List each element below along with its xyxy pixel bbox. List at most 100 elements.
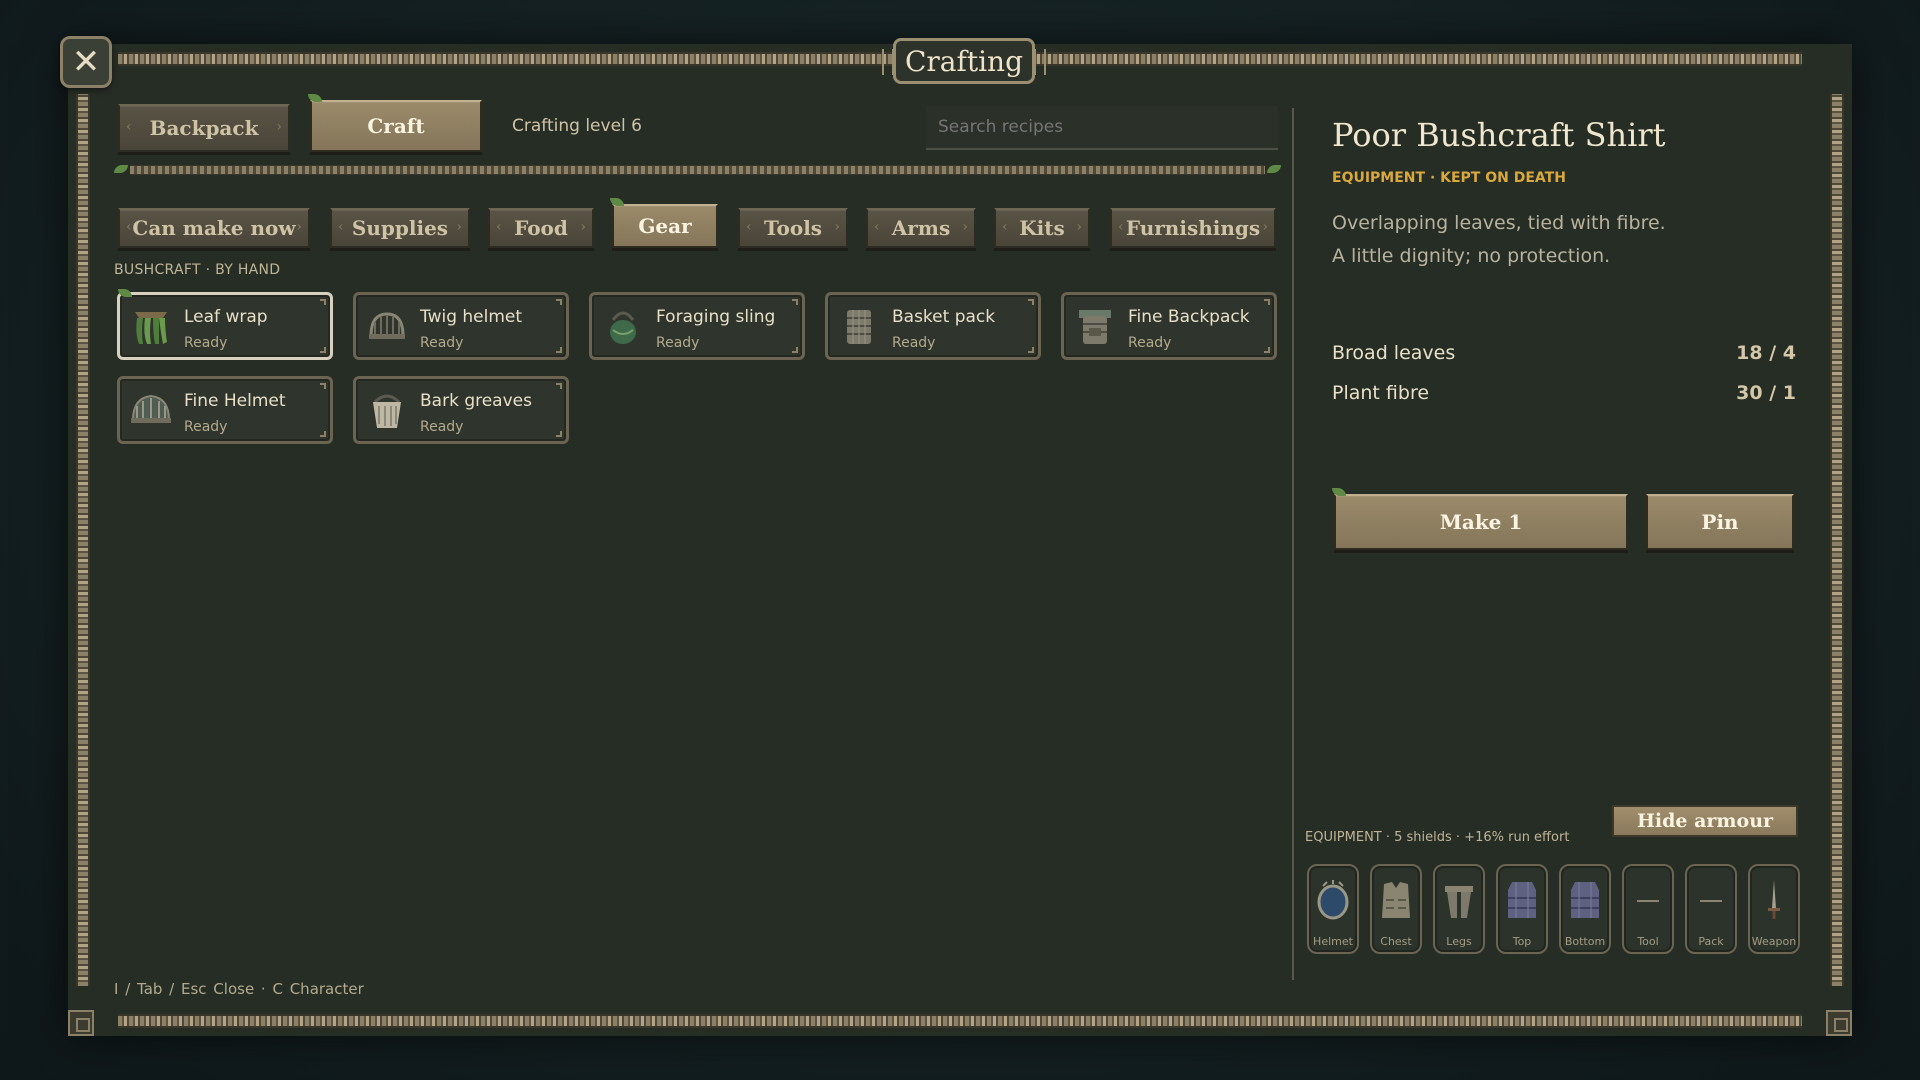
recipe-name: Basket pack xyxy=(892,307,996,327)
recipe-name: Fine Backpack xyxy=(1128,307,1250,327)
corner-tick xyxy=(1264,299,1270,305)
equip-slot-top[interactable]: Top xyxy=(1496,864,1548,954)
recipe-status: Ready xyxy=(1128,335,1172,351)
equip-slot-tool[interactable]: Tool xyxy=(1622,864,1674,954)
pin-button[interactable]: Pin xyxy=(1646,494,1794,550)
hide-armour-label: Hide armour xyxy=(1636,810,1774,832)
tab-backpack[interactable]: Backpack xyxy=(118,104,290,152)
equip-slot-helmet[interactable]: Helmet xyxy=(1307,864,1359,954)
crossed-tools-icon: ✕ xyxy=(71,42,101,82)
recipe-name: Twig helmet xyxy=(420,307,523,327)
material-row-broad-leaves: Broad leaves 18 / 4 xyxy=(1332,342,1796,364)
description-line: A little dignity; no protection. xyxy=(1332,245,1611,267)
slot-label: Helmet xyxy=(1313,935,1353,948)
category-food[interactable]: Food xyxy=(488,208,594,248)
category-can-make-now[interactable]: Can make now xyxy=(118,208,310,248)
basket-pack-icon xyxy=(836,303,882,349)
foraging-sling-icon xyxy=(600,303,646,349)
recipe-status: Ready xyxy=(184,419,228,435)
category-label: Can make now xyxy=(132,216,296,240)
hide-armour-button[interactable]: Hide armour xyxy=(1612,805,1798,837)
corner-tick xyxy=(556,383,562,389)
category-gear[interactable]: Gear xyxy=(610,198,718,248)
category-tools[interactable]: Tools xyxy=(738,208,848,248)
tab-backpack-label: Backpack xyxy=(149,116,259,140)
tab-craft[interactable]: Craft xyxy=(308,94,482,152)
equip-slot-pack[interactable]: Pack xyxy=(1685,864,1737,954)
recipe-status: Ready xyxy=(184,335,228,351)
item-tags: EQUIPMENT · KEPT ON DEATH xyxy=(1332,170,1566,186)
material-qty: 30 / 1 xyxy=(1736,382,1796,404)
crafting-level: Crafting level 6 xyxy=(512,116,642,136)
fine-backpack-icon xyxy=(1072,303,1118,349)
corner-tick xyxy=(1028,347,1034,353)
category-supplies[interactable]: Supplies xyxy=(330,208,470,248)
corner-tick xyxy=(1028,299,1034,305)
frame-corner-icon xyxy=(68,1010,94,1036)
fine-helmet-icon xyxy=(128,387,174,433)
slot-label: Chest xyxy=(1380,935,1412,948)
category-label: Gear xyxy=(638,214,692,238)
equip-slot-weapon[interactable]: Weapon xyxy=(1748,864,1800,954)
category-kits[interactable]: Kits xyxy=(994,208,1090,248)
recipe-name: Fine Helmet xyxy=(184,391,286,411)
recipe-status: Ready xyxy=(420,419,464,435)
equip-slot-bottom[interactable]: Bottom xyxy=(1559,864,1611,954)
bark-greaves-icon xyxy=(364,387,410,433)
equip-slot-legs[interactable]: Legs xyxy=(1433,864,1485,954)
close-button[interactable]: ✕ xyxy=(60,36,112,88)
item-title: Poor Bushcraft Shirt xyxy=(1332,116,1666,154)
recipe-name: Foraging sling xyxy=(656,307,776,327)
material-name: Broad leaves xyxy=(1332,342,1456,364)
slot-label: Bottom xyxy=(1564,935,1606,948)
window-title: Crafting xyxy=(882,38,1046,84)
category-furnishings[interactable]: Furnishings xyxy=(1110,208,1276,248)
corner-tick xyxy=(320,347,326,353)
equip-slot-chest[interactable]: Chest xyxy=(1370,864,1422,954)
slot-label: Weapon xyxy=(1751,935,1797,948)
recipe-status: Ready xyxy=(892,335,936,351)
category-label: Kits xyxy=(1019,216,1065,240)
helmet-icon xyxy=(1315,876,1351,924)
category-label: Supplies xyxy=(351,216,449,240)
recipe-card-leaf-wrap[interactable]: Leaf wrap Ready xyxy=(117,289,333,360)
slot-label: Pack xyxy=(1698,935,1724,948)
frame-corner-icon xyxy=(1826,1010,1852,1036)
sword-icon xyxy=(1756,876,1792,924)
make-button-label: Make 1 xyxy=(1439,510,1523,534)
make-button[interactable]: Make 1 xyxy=(1332,488,1628,550)
corner-tick xyxy=(792,347,798,353)
bottom-armor-icon xyxy=(1567,876,1603,924)
slot-label: Tool xyxy=(1637,935,1659,948)
leaf-wrap-icon xyxy=(128,303,174,349)
category-label: Arms xyxy=(891,216,951,240)
recipe-card-fine-helmet[interactable]: Fine Helmet Ready xyxy=(117,376,333,444)
search-input[interactable] xyxy=(926,106,1278,150)
twig-helmet-icon xyxy=(364,303,410,349)
recipe-card-basket-pack[interactable]: Basket pack Ready xyxy=(825,292,1041,360)
corner-tick xyxy=(1264,347,1270,353)
material-row-plant-fibre: Plant fibre 30 / 1 xyxy=(1332,382,1796,404)
description-line: Overlapping leaves, tied with fibre. xyxy=(1332,212,1666,234)
recipe-name: Leaf wrap xyxy=(184,307,268,327)
category-arms[interactable]: Arms xyxy=(866,208,976,248)
category-label: Furnishings xyxy=(1125,216,1261,240)
empty-slot-icon xyxy=(1637,900,1659,902)
corner-tick xyxy=(556,299,562,305)
material-qty: 18 / 4 xyxy=(1736,342,1796,364)
equipment-summary: EQUIPMENT · 5 shields · +16% run effort xyxy=(1305,830,1570,845)
corner-tick xyxy=(320,383,326,389)
tab-craft-label: Craft xyxy=(367,114,425,138)
recipe-card-foraging-sling[interactable]: Foraging sling Ready xyxy=(589,292,805,360)
slot-label: Top xyxy=(1512,935,1532,948)
divider-rope xyxy=(114,165,1281,175)
recipe-card-fine-backpack[interactable]: Fine Backpack Ready xyxy=(1061,292,1277,360)
recipe-card-bark-greaves[interactable]: Bark greaves Ready xyxy=(353,376,569,444)
frame-rope-left xyxy=(76,94,90,986)
legs-armor-icon xyxy=(1441,876,1477,924)
recipe-card-twig-helmet[interactable]: Twig helmet Ready xyxy=(353,292,569,360)
empty-slot-icon xyxy=(1700,900,1722,902)
top-armor-icon xyxy=(1504,876,1540,924)
corner-tick xyxy=(320,431,326,437)
slot-label: Legs xyxy=(1446,935,1472,948)
